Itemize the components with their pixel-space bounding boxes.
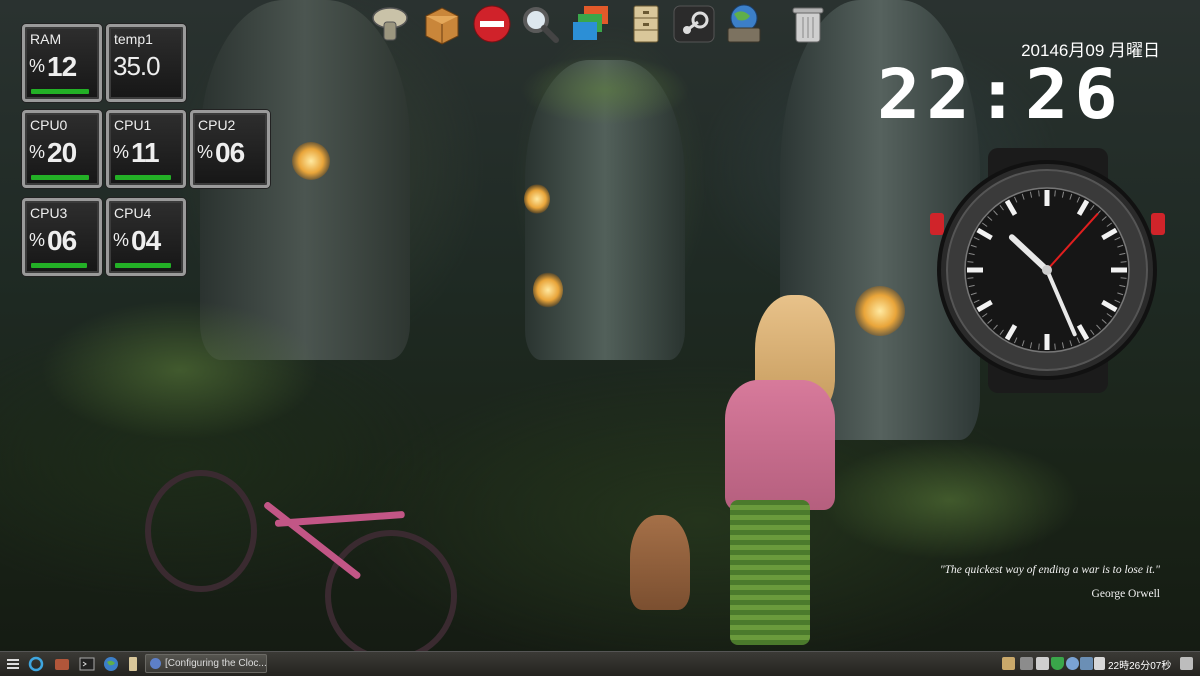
moss bbox=[820, 440, 1080, 560]
watch-minute-marker bbox=[1120, 261, 1127, 263]
widget-label: RAM bbox=[30, 31, 62, 47]
quote-author: George Orwell bbox=[1091, 588, 1160, 600]
widget-value: 12 bbox=[47, 51, 77, 82]
dock-windows-icon[interactable] bbox=[570, 2, 614, 46]
widget-percent-sign: % bbox=[113, 142, 130, 162]
terminal-icon[interactable] bbox=[78, 655, 96, 673]
refresh-icon[interactable] bbox=[27, 655, 45, 673]
widget-value: 35.0 bbox=[113, 51, 161, 81]
widget-bar bbox=[31, 175, 89, 180]
widget-value: 04 bbox=[131, 225, 161, 256]
tray-volume-icon[interactable] bbox=[1094, 657, 1105, 670]
cpu2-widget[interactable]: CPU2 % 06 bbox=[190, 110, 270, 188]
bicycle-frame bbox=[262, 500, 362, 581]
widget-label: CPU3 bbox=[30, 205, 68, 221]
cpu4-widget[interactable]: CPU4 % 04 bbox=[106, 198, 186, 276]
analog-watch-widget[interactable] bbox=[930, 148, 1165, 393]
tray-shield-icon[interactable] bbox=[1051, 657, 1064, 670]
widget-label: temp1 bbox=[114, 31, 153, 47]
widget-value: 06 bbox=[47, 225, 77, 256]
widget-value: 20 bbox=[47, 137, 77, 168]
dock-cabinet-icon[interactable] bbox=[624, 2, 668, 46]
ram-widget[interactable]: RAM % 12 bbox=[22, 24, 102, 102]
watch-minute-marker bbox=[967, 277, 974, 279]
dog-figure bbox=[630, 515, 690, 610]
watch-face bbox=[930, 148, 1165, 393]
dock-mushroom-icon[interactable] bbox=[368, 2, 412, 46]
digital-clock: 22:26 bbox=[877, 54, 1124, 134]
cpu1-widget[interactable]: CPU1 % 11 bbox=[106, 110, 186, 188]
temp-widget[interactable]: temp1 35.0 bbox=[106, 24, 186, 102]
archive-icon[interactable] bbox=[124, 655, 142, 673]
moss bbox=[40, 300, 320, 440]
watch-minute-marker bbox=[1038, 343, 1040, 350]
widget-percent-sign: % bbox=[29, 56, 46, 76]
widget-bar bbox=[115, 263, 171, 268]
file-manager-icon[interactable] bbox=[53, 655, 71, 673]
dock-globe-tools-icon[interactable] bbox=[722, 2, 766, 46]
widget-value: 11 bbox=[131, 137, 160, 168]
widget-label: CPU2 bbox=[198, 117, 236, 133]
widget-label: CPU0 bbox=[30, 117, 68, 133]
girl-figure bbox=[725, 380, 835, 510]
dock-magnifier-icon[interactable] bbox=[518, 2, 562, 46]
glowing-window bbox=[292, 142, 330, 180]
taskbar: [Configuring the Cloc... 22時26分07秒 bbox=[0, 651, 1200, 676]
widget-bar bbox=[115, 175, 171, 180]
watch-minute-marker bbox=[1054, 190, 1056, 197]
moss bbox=[520, 55, 690, 125]
widget-bar bbox=[31, 263, 87, 268]
widget-label: CPU1 bbox=[114, 117, 152, 133]
watch-minute-marker bbox=[1120, 277, 1127, 279]
widget-percent-sign: % bbox=[197, 142, 214, 162]
tray-keyboard-icon[interactable] bbox=[1020, 657, 1033, 670]
tray-network-icon[interactable] bbox=[1036, 657, 1049, 670]
widget-percent-sign: % bbox=[29, 142, 46, 162]
glowing-window bbox=[855, 286, 905, 336]
taskbar-task-configuring-clock[interactable]: [Configuring the Cloc... bbox=[145, 654, 267, 673]
quote-text: "The quickest way of ending a war is to … bbox=[939, 564, 1160, 576]
menu-icon[interactable] bbox=[4, 655, 22, 673]
glowing-window bbox=[524, 184, 550, 214]
tray-clock[interactable]: 22時26分07秒 bbox=[1108, 657, 1171, 672]
bicycle-wheel bbox=[145, 470, 257, 592]
watch-minute-marker bbox=[1038, 190, 1040, 197]
task-app-icon bbox=[150, 658, 161, 669]
tray-cabinet-icon[interactable] bbox=[1002, 657, 1015, 670]
widget-label: CPU4 bbox=[114, 205, 152, 221]
tray-screen-icon[interactable] bbox=[1080, 657, 1093, 670]
widget-value: 06 bbox=[215, 137, 245, 168]
dock-box-icon[interactable] bbox=[420, 2, 464, 46]
bicycle-frame bbox=[274, 510, 405, 527]
cpu0-widget[interactable]: CPU0 % 20 bbox=[22, 110, 102, 188]
widget-bar bbox=[31, 89, 89, 94]
task-label: [Configuring the Cloc... bbox=[165, 658, 267, 669]
dock-steam-icon[interactable] bbox=[672, 2, 716, 46]
cpu3-widget[interactable]: CPU3 % 06 bbox=[22, 198, 102, 276]
watch-minute-marker bbox=[1054, 343, 1056, 350]
girl-figure bbox=[730, 500, 810, 645]
widget-percent-sign: % bbox=[29, 230, 46, 250]
bicycle-wheel bbox=[325, 530, 457, 662]
watch-minute-marker bbox=[967, 261, 974, 263]
globe-icon[interactable] bbox=[102, 655, 120, 673]
tray-grid-icon[interactable] bbox=[1180, 657, 1193, 670]
tray-globe-icon[interactable] bbox=[1066, 657, 1079, 670]
dock-trash-icon[interactable] bbox=[786, 2, 830, 46]
glowing-window bbox=[533, 272, 563, 308]
widget-percent-sign: % bbox=[113, 230, 130, 250]
dock-no-entry-icon[interactable] bbox=[470, 2, 514, 46]
